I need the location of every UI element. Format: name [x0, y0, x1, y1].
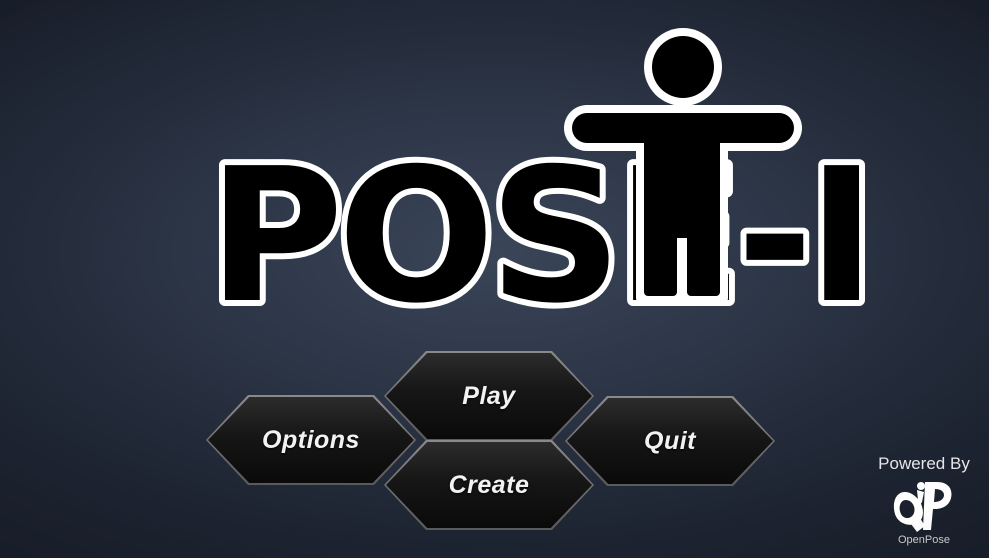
main-menu-screen: POSE-I Play Options Quit Create Powered …	[0, 0, 989, 558]
openpose-logo-icon	[893, 482, 952, 532]
powered-by-label: Powered By	[878, 454, 970, 473]
create-button[interactable]: Create	[384, 440, 594, 530]
create-button-label: Create	[448, 470, 530, 499]
powered-by-badge: Powered By OpenPose	[862, 452, 986, 546]
openpose-logo-text: OpenPose	[898, 534, 950, 546]
quit-button-label: Quit	[644, 426, 696, 455]
quit-button[interactable]: Quit	[565, 396, 775, 486]
game-title-text: POSE-I	[208, 128, 870, 330]
game-title-logo: POSE-I	[202, 28, 882, 330]
